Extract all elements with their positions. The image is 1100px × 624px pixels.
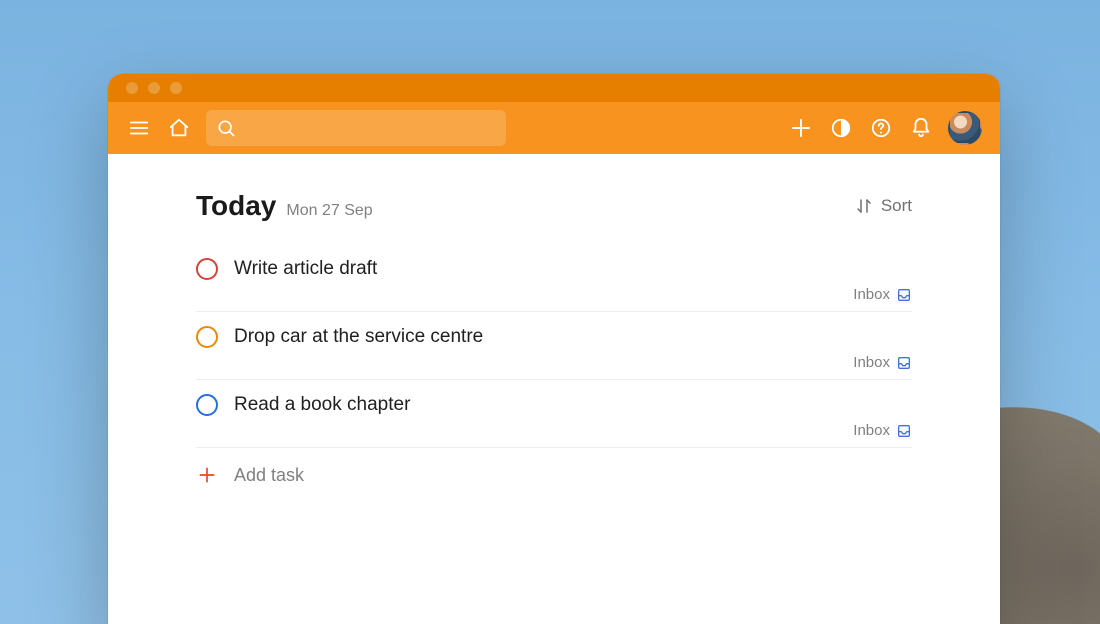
home-icon: [168, 117, 190, 139]
app-window: Today Mon 27 Sep Sort Write article draf…: [108, 74, 1000, 624]
task-project-label: Inbox: [853, 286, 890, 303]
sort-button[interactable]: Sort: [855, 196, 912, 216]
add-task-button[interactable]: Add task: [196, 448, 912, 502]
inbox-icon: [896, 355, 912, 371]
notifications-button[interactable]: [908, 115, 934, 141]
plus-icon: [789, 116, 813, 140]
hamburger-icon: [128, 117, 150, 139]
inbox-icon: [896, 287, 912, 303]
productivity-button[interactable]: [828, 115, 854, 141]
help-button[interactable]: [868, 115, 894, 141]
view-header: Today Mon 27 Sep Sort: [196, 190, 912, 222]
avatar[interactable]: [948, 111, 982, 145]
search-icon: [216, 118, 236, 138]
main-content: Today Mon 27 Sep Sort Write article draf…: [108, 154, 1000, 502]
task-checkbox[interactable]: [196, 258, 218, 280]
help-icon: [870, 117, 892, 139]
home-button[interactable]: [166, 115, 192, 141]
task-checkbox[interactable]: [196, 394, 218, 416]
menu-button[interactable]: [126, 115, 152, 141]
bell-icon: [910, 117, 932, 139]
task-project-label: Inbox: [853, 422, 890, 439]
task-title: Read a book chapter: [234, 394, 410, 416]
task-title: Drop car at the service centre: [234, 326, 483, 348]
sort-label: Sort: [881, 196, 912, 216]
task-row[interactable]: Read a book chapter Inbox: [196, 380, 912, 448]
inbox-icon: [896, 423, 912, 439]
task-project[interactable]: Inbox: [196, 354, 912, 371]
page-date: Mon 27 Sep: [286, 202, 372, 220]
task-project[interactable]: Inbox: [196, 422, 912, 439]
search-input[interactable]: [206, 110, 506, 146]
page-title: Today: [196, 190, 276, 222]
window-titlebar: [108, 74, 1000, 102]
task-list: Write article draftInboxDrop car at the …: [196, 244, 912, 448]
quick-add-button[interactable]: [788, 115, 814, 141]
window-minimize-button[interactable]: [148, 82, 160, 94]
sort-arrows-icon: [855, 197, 873, 215]
add-task-label: Add task: [234, 465, 304, 486]
toolbar: [108, 102, 1000, 154]
window-close-button[interactable]: [126, 82, 138, 94]
task-title: Write article draft: [234, 258, 377, 280]
window-zoom-button[interactable]: [170, 82, 182, 94]
contrast-circle-icon: [830, 117, 852, 139]
task-row[interactable]: Drop car at the service centre Inbox: [196, 312, 912, 380]
task-project[interactable]: Inbox: [196, 286, 912, 303]
task-checkbox[interactable]: [196, 326, 218, 348]
task-row[interactable]: Write article draft Inbox: [196, 244, 912, 312]
task-project-label: Inbox: [853, 354, 890, 371]
plus-icon: [196, 464, 218, 486]
